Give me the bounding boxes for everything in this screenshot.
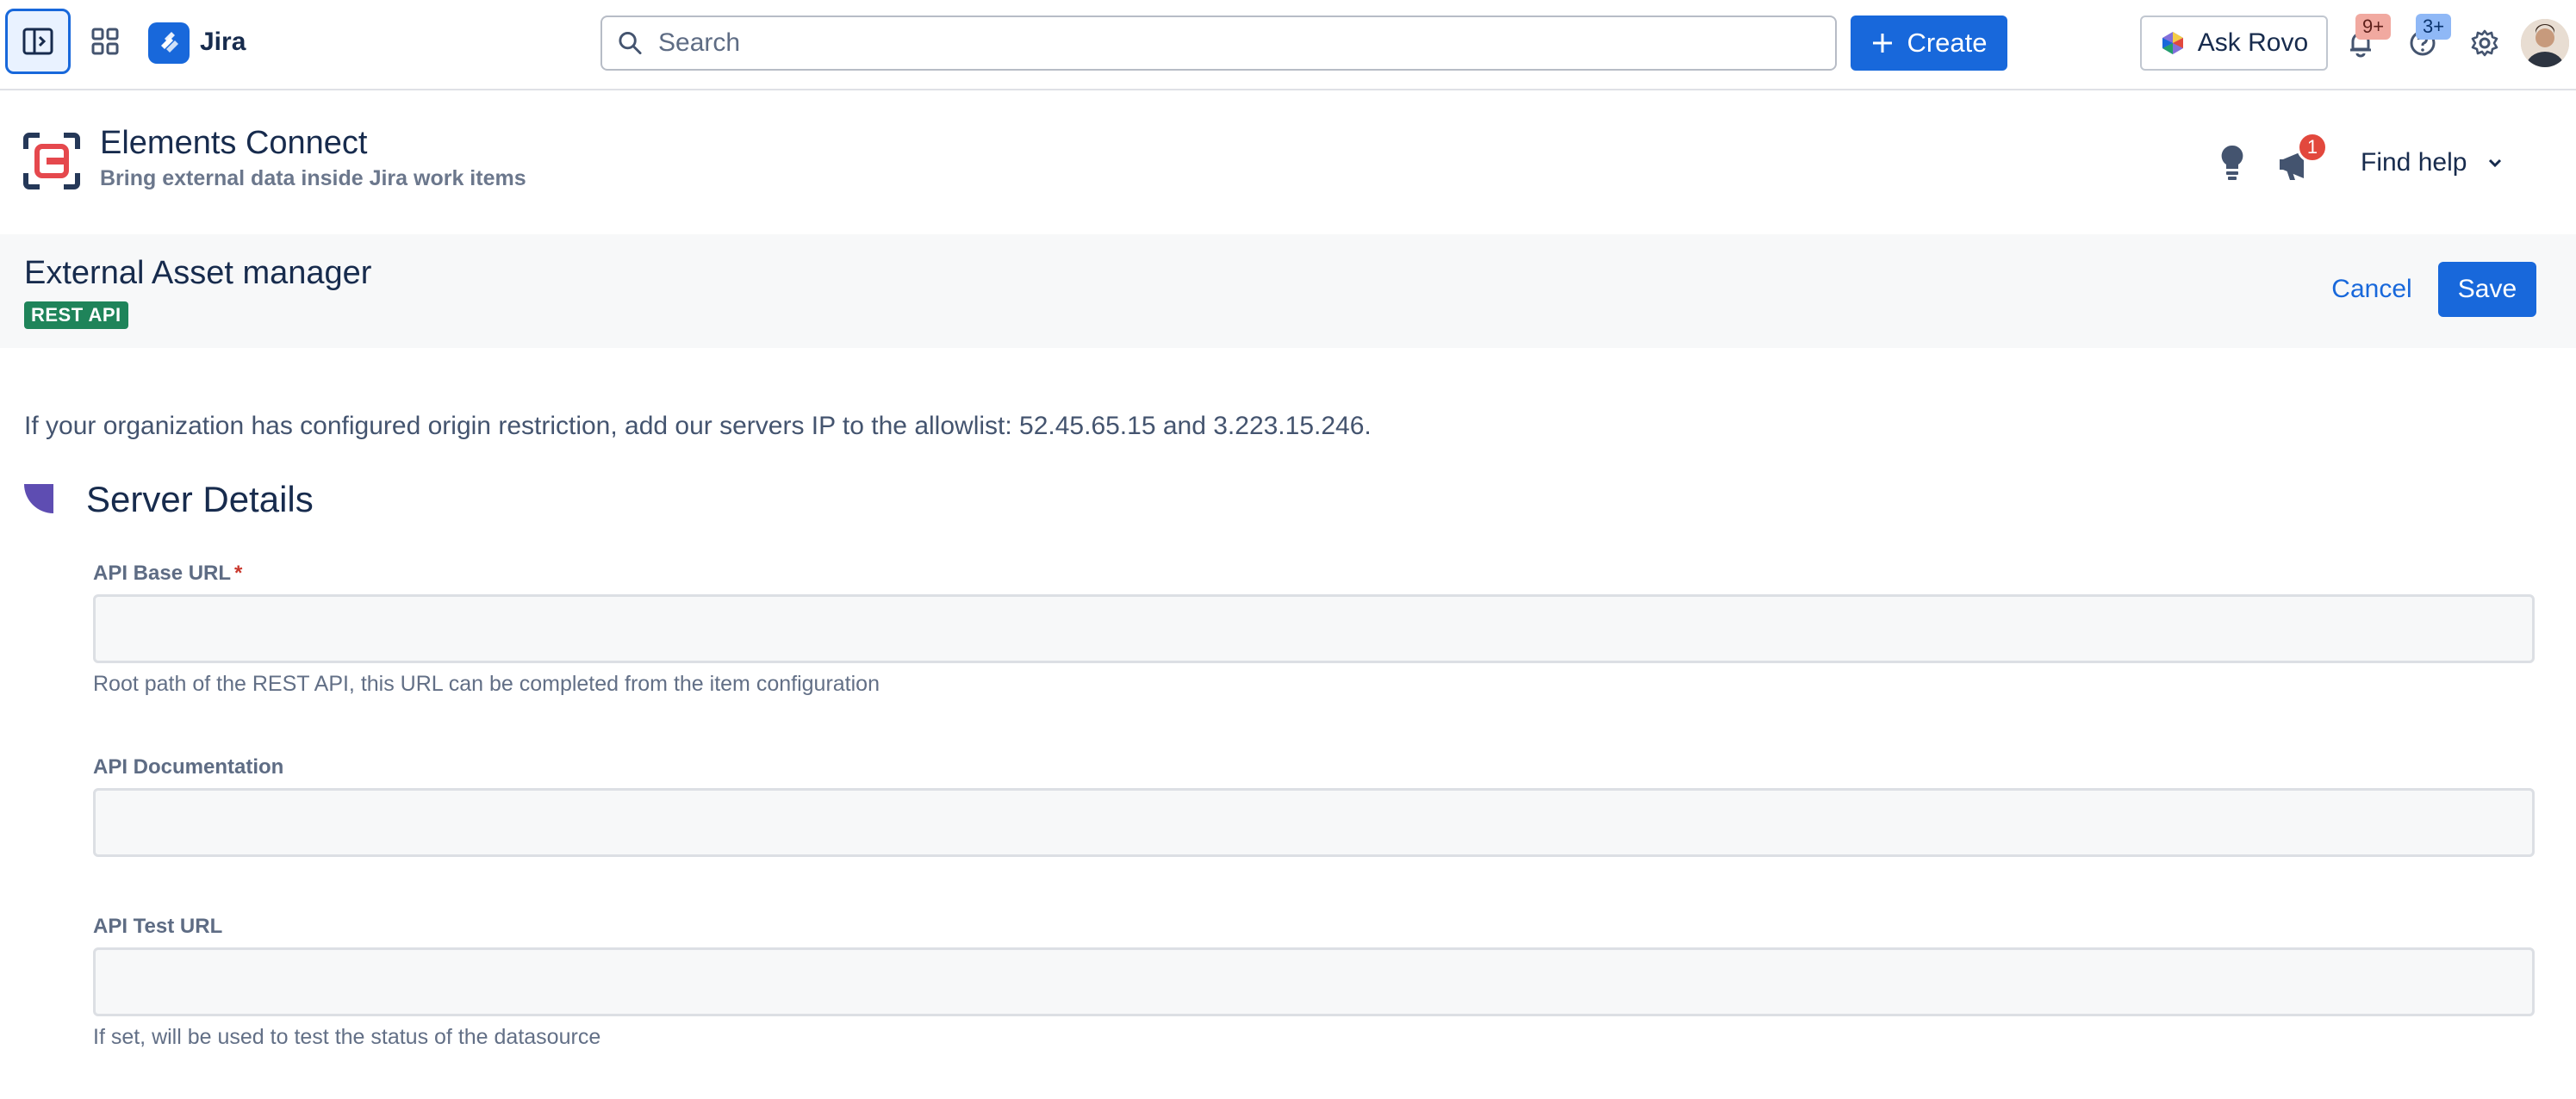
api-base-url-label: API Base URL *: [93, 562, 242, 586]
app-grid-icon: [91, 28, 119, 55]
create-button-label: Create: [1907, 28, 1988, 58]
api-documentation-label: API Documentation: [93, 755, 284, 779]
api-test-url-input[interactable]: [93, 947, 2535, 1016]
chevron-down-icon: [2489, 158, 2502, 168]
section-marker-icon: [24, 484, 53, 513]
rovo-icon: [2162, 32, 2183, 54]
ask-rovo-label: Ask Rovo: [2197, 28, 2309, 57]
user-avatar[interactable]: [2521, 19, 2569, 67]
announcement-badge: 1: [2297, 132, 2328, 163]
cancel-button[interactable]: Cancel: [2318, 262, 2426, 317]
elements-connect-logo-icon: [23, 133, 80, 189]
find-help-dropdown[interactable]: Find help: [2361, 144, 2504, 182]
api-base-url-helper: Root path of the REST API, this URL can …: [93, 672, 880, 696]
create-button[interactable]: Create: [1851, 16, 2007, 71]
datasource-type-lozenge: REST API: [24, 301, 128, 329]
plus-icon: [1873, 34, 1893, 53]
find-help-label: Find help: [2361, 148, 2467, 177]
page-header: External Asset manager REST API Cancel S…: [0, 234, 2576, 348]
jira-logo-icon[interactable]: [148, 22, 190, 64]
app-switcher-button[interactable]: [76, 12, 134, 71]
app-header: Elements Connect Bring external data ins…: [0, 90, 2576, 233]
help-badge: 3+: [2416, 14, 2452, 40]
sidebar-toggle-button[interactable]: [5, 9, 71, 74]
api-documentation-input[interactable]: [93, 788, 2535, 857]
allowlist-notice: If your organization has configured orig…: [24, 412, 1372, 440]
api-test-url-label: API Test URL: [93, 915, 223, 938]
api-base-url-input[interactable]: [93, 594, 2535, 663]
settings-button[interactable]: [2459, 17, 2511, 69]
search-icon: [619, 31, 642, 55]
page-title: External Asset manager: [24, 255, 372, 291]
gear-icon: [2471, 29, 2498, 57]
sidebar-toggle-icon: [22, 28, 53, 55]
required-marker: *: [234, 562, 243, 585]
save-button[interactable]: Save: [2438, 262, 2536, 317]
top-navigation: Jira Create Ask Rovo 9+: [0, 0, 2576, 90]
search-field[interactable]: [600, 16, 1837, 71]
ask-rovo-button[interactable]: Ask Rovo: [2140, 16, 2328, 71]
app-name[interactable]: Jira: [200, 28, 246, 57]
app-header-subtitle: Bring external data inside Jira work ite…: [100, 166, 526, 190]
section-title: Server Details: [86, 479, 314, 519]
app-header-title: Elements Connect: [100, 125, 368, 161]
lightbulb-icon[interactable]: [2211, 140, 2254, 183]
api-base-url-label-text: API Base URL: [93, 562, 232, 585]
api-test-url-helper: If set, will be used to test the status …: [93, 1025, 601, 1049]
search-input[interactable]: [658, 28, 1835, 58]
notifications-badge: 9+: [2355, 14, 2392, 40]
